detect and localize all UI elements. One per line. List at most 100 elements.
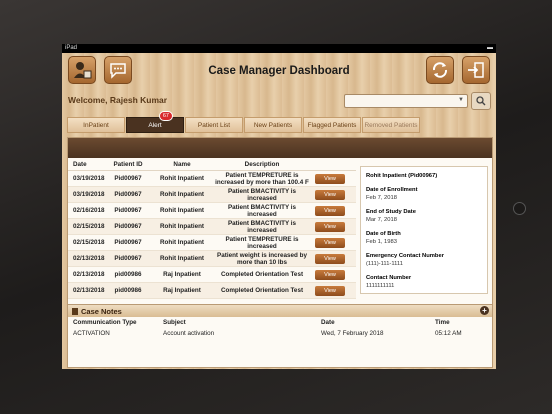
refresh-button[interactable] [426,56,454,84]
home-button[interactable] [513,202,526,215]
notes-icon [72,307,78,315]
view-button[interactable]: View [315,205,345,216]
row-date: 02/15/2018 [73,223,105,230]
view-button[interactable]: View [315,253,345,264]
row-name: Raj Inpatient [163,287,201,294]
row-date: 03/19/2018 [73,191,105,198]
row-date: 02/13/2018 [73,287,105,294]
row-id: pid00986 [114,287,142,294]
row-date: 02/13/2018 [73,271,105,278]
row-id: Pid00967 [114,207,142,214]
device-label: iPad [65,45,78,51]
table-row[interactable]: 02/13/2018 pid00986 Raj Inpatient Comple… [68,267,356,283]
table-row[interactable]: 02/13/2018 pid00986 Raj Inpatient Comple… [68,283,356,299]
refresh-icon [432,62,448,78]
search-icon [476,96,486,106]
panel-header-bar [68,138,492,158]
table-header: Date Patient ID Name Description [68,158,356,171]
welcome-bar: Welcome, Rajesh Kumar ▼ [62,91,496,110]
row-id: Pid00967 [114,239,142,246]
view-button[interactable]: View [315,189,345,200]
tab-bar: InPatient Alert 67 Patient List New Pati… [67,111,421,133]
alerts-table: Date Patient ID Name Description 03/19/2… [68,158,356,302]
notes-table-header: Communication Type Subject Date Time [68,317,492,327]
detail-contact-label: Contact Number [366,275,412,281]
tab-inpatient[interactable]: InPatient [67,117,125,133]
detail-emergency-value: (111)-111-1111 [366,261,403,267]
notes-row[interactable]: ACTIVATION Account activation Wed, 7 Feb… [68,327,492,339]
detail-dob-value: Feb 1, 1983 [366,239,397,245]
row-id: Pid00967 [114,255,142,262]
row-name: Rohit Inpatient [159,191,205,198]
row-id: Pid00967 [114,191,142,198]
case-notes-header: Case Notes + [68,305,492,317]
row-date: 02/16/2018 [73,207,105,214]
row-name: Rohit Inpatient [159,207,205,214]
detail-enroll-label: Date of Enrollment [366,187,418,193]
app-header: Case Manager Dashboard [62,53,496,89]
alert-count-badge: 67 [158,111,173,121]
view-button[interactable]: View [315,285,345,296]
alerts-panel: Date Patient ID Name Description 03/19/2… [67,137,493,305]
case-notes-panel: Case Notes + Communication Type Subject … [67,304,493,368]
note-type: ACTIVATION [73,329,110,337]
detail-contact-value: 1111111111 [366,283,395,289]
column-header-description: Description [244,160,280,168]
table-row[interactable]: 02/15/2018 Pid00967 Rohit Inpatient Pati… [68,219,356,235]
row-date: 02/15/2018 [73,239,105,246]
note-subject: Account activation [163,329,215,337]
view-button[interactable]: View [315,173,345,184]
welcome-text: Welcome, Rajesh Kumar [68,95,168,105]
row-date: 02/13/2018 [73,255,105,262]
notes-header-date: Date [321,318,335,326]
notes-header-time: Time [435,318,450,326]
notes-header-subject: Subject [163,318,186,326]
table-row[interactable]: 03/19/2018 Pid00967 Rohit Inpatient Pati… [68,171,356,187]
row-description: Patient TEMPRETURE is increased by more … [215,171,309,186]
row-description: Completed Orientation Test [220,287,304,294]
patient-search-select[interactable]: ▼ [344,94,468,108]
row-name: Rohit Inpatient [159,239,205,246]
detail-enroll-value: Feb 7, 2018 [366,195,397,201]
notes-header-type: Communication Type [73,318,137,326]
tab-removed-patients[interactable]: Removed Patients [362,117,420,133]
column-header-id: Patient ID [113,160,143,168]
row-name: Raj Inpatient [163,271,201,278]
row-name: Rohit Inpatient [159,175,205,182]
view-button[interactable]: View [315,221,345,232]
detail-emergency-label: Emergency Contact Number [366,253,444,259]
view-button[interactable]: View [315,237,345,248]
logout-icon [468,62,484,78]
detail-dob-label: Date of Birth [366,231,401,237]
row-description: Patient TEMPRETURE is increased [225,235,299,250]
detail-patient-name: Rohit Inpatient (Pid00967) [366,173,438,179]
row-date: 03/19/2018 [73,175,105,182]
row-description: Patient BMACTIVITY is increased [227,187,297,202]
table-row[interactable]: 02/16/2018 Pid00967 Rohit Inpatient Pati… [68,203,356,219]
view-button[interactable]: View [315,269,345,280]
tab-flagged-patients[interactable]: Flagged Patients [303,117,361,133]
row-name: Rohit Inpatient [159,255,205,262]
tab-alert[interactable]: Alert 67 [126,111,184,133]
tab-patient-list[interactable]: Patient List [185,117,243,133]
table-row[interactable]: 02/15/2018 Pid00967 Rohit Inpatient Pati… [68,235,356,251]
row-id: Pid00967 [114,223,142,230]
add-note-button[interactable]: + [480,306,489,315]
tab-new-patients[interactable]: New Patients [244,117,302,133]
table-row[interactable]: 02/13/2018 Pid00967 Rohit Inpatient Pati… [68,251,356,267]
note-time: 05:12 AM [435,329,462,337]
table-row[interactable]: 03/19/2018 Pid00967 Rohit Inpatient Pati… [68,187,356,203]
chevron-down-icon: ▼ [458,97,464,103]
case-notes-title: Case Notes [81,306,122,316]
row-description: Completed Orientation Test [220,271,304,278]
app-screen: iPad ▬ Case Manager Dashboard Welcome, R… [62,44,496,369]
row-id: pid00986 [114,271,142,278]
row-id: Pid00967 [114,175,142,182]
ipad-frame: iPad ▬ Case Manager Dashboard Welcome, R… [0,0,552,414]
status-bar: iPad ▬ [62,44,496,53]
search-button[interactable] [471,92,491,110]
logout-button[interactable] [462,56,490,84]
row-description: Patient BMACTIVITY is increased [227,203,297,218]
note-date: Wed, 7 February 2018 [321,329,384,337]
patient-detail-card: Rohit Inpatient (Pid00967) Date of Enrol… [360,166,488,294]
